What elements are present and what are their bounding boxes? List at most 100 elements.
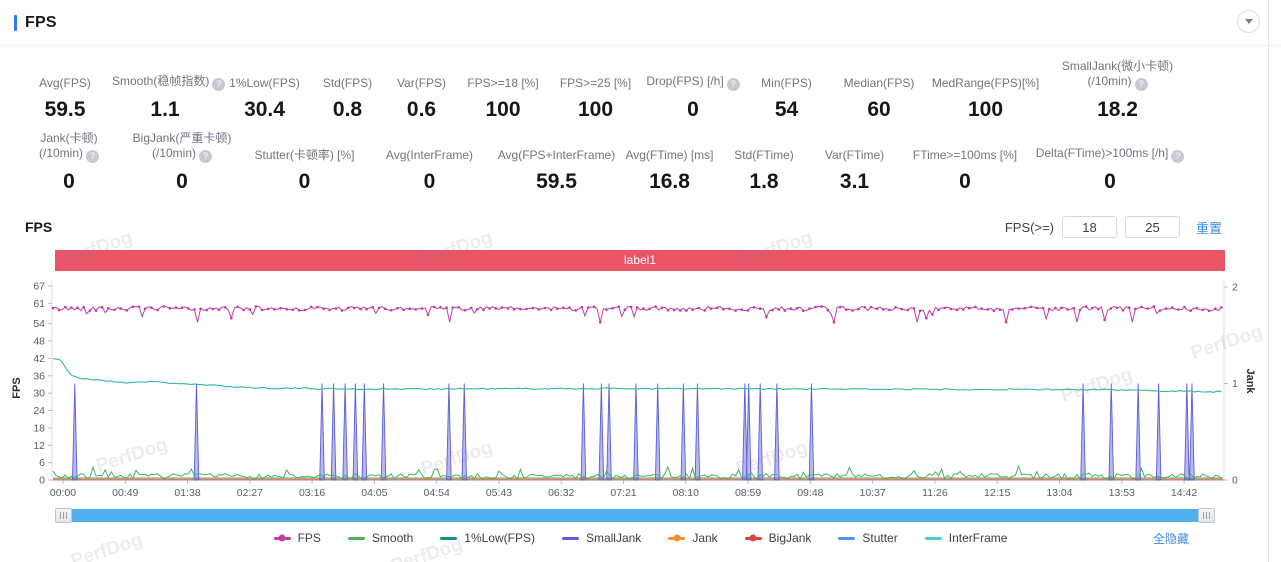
svg-text:30: 30 (33, 388, 45, 400)
metric-value: 0 (365, 170, 494, 194)
metric-value: 0 (901, 170, 1029, 194)
metric-label: Var(FTime)? ? (808, 131, 901, 163)
metric-value: 18.2 (1044, 98, 1191, 122)
help-icon[interactable]: ? (727, 78, 740, 91)
legend-swatch (274, 537, 291, 540)
legend-item-stutter[interactable]: Stutter (838, 531, 897, 545)
metric-cell: Avg(FPS)? ? 59.5 (18, 59, 112, 122)
fps-threshold-low-input[interactable] (1062, 216, 1117, 238)
metric-cell: FPS>=25 [%]? ? 100 (547, 59, 644, 122)
svg-text:54: 54 (33, 318, 45, 330)
legend-swatch (668, 537, 685, 540)
metric-cell: Avg(FTime) [ms]? ? 16.8 (619, 131, 720, 194)
metric-cell: SmallJank(微小卡顿)? (/10min)? 18.2 (1044, 59, 1191, 122)
chart-legend: FPS Smooth 1%Low(FPS) SmallJank Jank BigJank S… (0, 529, 1281, 547)
help-icon[interactable]: ? (1171, 150, 1184, 163)
svg-text:48: 48 (33, 336, 45, 348)
metric-cell: Smooth(稳帧指数)? ? 1.1 (112, 59, 218, 122)
metric-label: Avg(FTime) [ms]? ? (619, 131, 720, 163)
metric-label: Min(FPS)? ? (742, 59, 831, 91)
legend-label: 1%Low(FPS) (464, 531, 535, 545)
metric-label: FTime>=100ms [%]? ? (901, 131, 1029, 163)
svg-text:42: 42 (33, 353, 45, 365)
metric-value: 1.8 (720, 170, 808, 194)
legend-item-1-low-fps-[interactable]: 1%Low(FPS) (440, 531, 535, 545)
metric-cell: MedRange(FPS)[%]? ? 100 (927, 59, 1044, 122)
metric-value: 16.8 (619, 170, 720, 194)
chart-header: FPS FPS(>=) 重置 (0, 214, 1281, 240)
metrics-row-2: Jank(卡顿)? (/10min)? 0 BigJank(严重卡顿)? (/1… (0, 131, 1281, 194)
metric-label: Drop(FPS) [/h]? ? (644, 59, 742, 91)
legend-item-smooth[interactable]: Smooth (348, 531, 413, 545)
metric-cell: Median(FPS)? ? 60 (831, 59, 927, 122)
metric-label: MedRange(FPS)[%]? ? (927, 59, 1044, 91)
svg-text:0: 0 (39, 475, 45, 487)
svg-text:13:53: 13:53 (1109, 487, 1135, 499)
collapse-button[interactable] (1237, 10, 1260, 33)
metric-label: SmallJank(微小卡顿)? (/10min)? (1044, 59, 1191, 91)
legend-swatch (562, 537, 579, 540)
metric-label: Median(FPS)? ? (831, 59, 927, 91)
reset-link[interactable]: 重置 (1196, 218, 1222, 237)
metric-label: BigJank(严重卡顿)? (/10min)? (120, 131, 244, 163)
metric-value: 60 (831, 98, 927, 122)
legend-swatch (838, 537, 855, 540)
metric-label: Avg(InterFrame)? ? (365, 131, 494, 163)
metric-cell: Delta(FTime)>100ms [/h]? ? 0 (1029, 131, 1191, 194)
svg-text:13:04: 13:04 (1046, 487, 1072, 499)
metric-cell: FPS>=18 [%]? ? 100 (459, 59, 547, 122)
svg-text:12: 12 (33, 440, 45, 452)
svg-text:01:38: 01:38 (174, 487, 200, 499)
svg-text:61: 61 (33, 298, 45, 310)
metric-cell: Avg(InterFrame)? ? 0 (365, 131, 494, 194)
metric-label: FPS>=25 [%]? ? (547, 59, 644, 91)
legend-item-fps[interactable]: FPS (274, 531, 321, 545)
legend-swatch (745, 537, 762, 540)
svg-text:1: 1 (1232, 378, 1238, 390)
metric-cell: Jank(卡顿)? (/10min)? 0 (18, 131, 120, 194)
panel-header: FPS (0, 0, 1281, 46)
help-icon[interactable]: ? (1135, 78, 1148, 91)
svg-text:67: 67 (33, 281, 45, 293)
metric-cell: Avg(FPS+InterFrame)? ? 59.5 (494, 131, 619, 194)
range-track[interactable] (72, 509, 1198, 522)
help-icon[interactable]: ? (199, 150, 212, 163)
svg-text:12:15: 12:15 (984, 487, 1010, 499)
metric-label: Jank(卡顿)? (/10min)? (18, 131, 120, 163)
metric-value: 54 (742, 98, 831, 122)
metric-cell: FTime>=100ms [%]? ? 0 (901, 131, 1029, 194)
legend-item-jank[interactable]: Jank (668, 531, 717, 545)
legend-label: FPS (298, 531, 321, 545)
chart-section-title: FPS (25, 219, 52, 235)
chart-area[interactable]: 6761544842363024181260210FPSJank00:0000:… (0, 273, 1281, 508)
svg-text:18: 18 (33, 422, 45, 434)
svg-text:00:49: 00:49 (112, 487, 138, 499)
svg-text:2: 2 (1232, 282, 1238, 294)
legend-label: SmallJank (586, 531, 641, 545)
metric-label: Avg(FPS+InterFrame)? ? (494, 131, 619, 163)
metric-cell: Std(FTime)? ? 1.8 (720, 131, 808, 194)
svg-text:14:42: 14:42 (1171, 487, 1197, 499)
range-handle-left[interactable] (55, 508, 72, 523)
panel-title: FPS (25, 14, 57, 32)
legend-item-bigjank[interactable]: BigJank (745, 531, 812, 545)
fps-chart[interactable]: 6761544842363024181260210FPSJank00:0000:… (0, 273, 1281, 503)
metric-value: 100 (459, 98, 547, 122)
legend-swatch (925, 537, 942, 540)
legend-swatch (440, 537, 457, 540)
legend-label: BigJank (769, 531, 812, 545)
fps-threshold-high-input[interactable] (1125, 216, 1180, 238)
legend-label: Stutter (862, 531, 897, 545)
hide-all-link[interactable]: 全隐藏 (1153, 530, 1189, 547)
metric-label: Smooth(稳帧指数)? ? (112, 59, 218, 91)
metric-value: 0 (244, 170, 365, 194)
legend-item-smalljank[interactable]: SmallJank (562, 531, 641, 545)
help-icon[interactable]: ? (86, 150, 99, 163)
legend-item-interframe[interactable]: InterFrame (925, 531, 1008, 545)
metric-value: 0.6 (384, 98, 459, 122)
metric-cell: Drop(FPS) [/h]? ? 0 (644, 59, 742, 122)
fps-panel: FPS Avg(FPS)? ? 59.5 Smooth(稳帧指数)? ? 1.1… (0, 0, 1281, 562)
metric-label: Std(FTime)? ? (720, 131, 808, 163)
range-handle-right[interactable] (1198, 508, 1215, 523)
legend-label: Jank (692, 531, 717, 545)
